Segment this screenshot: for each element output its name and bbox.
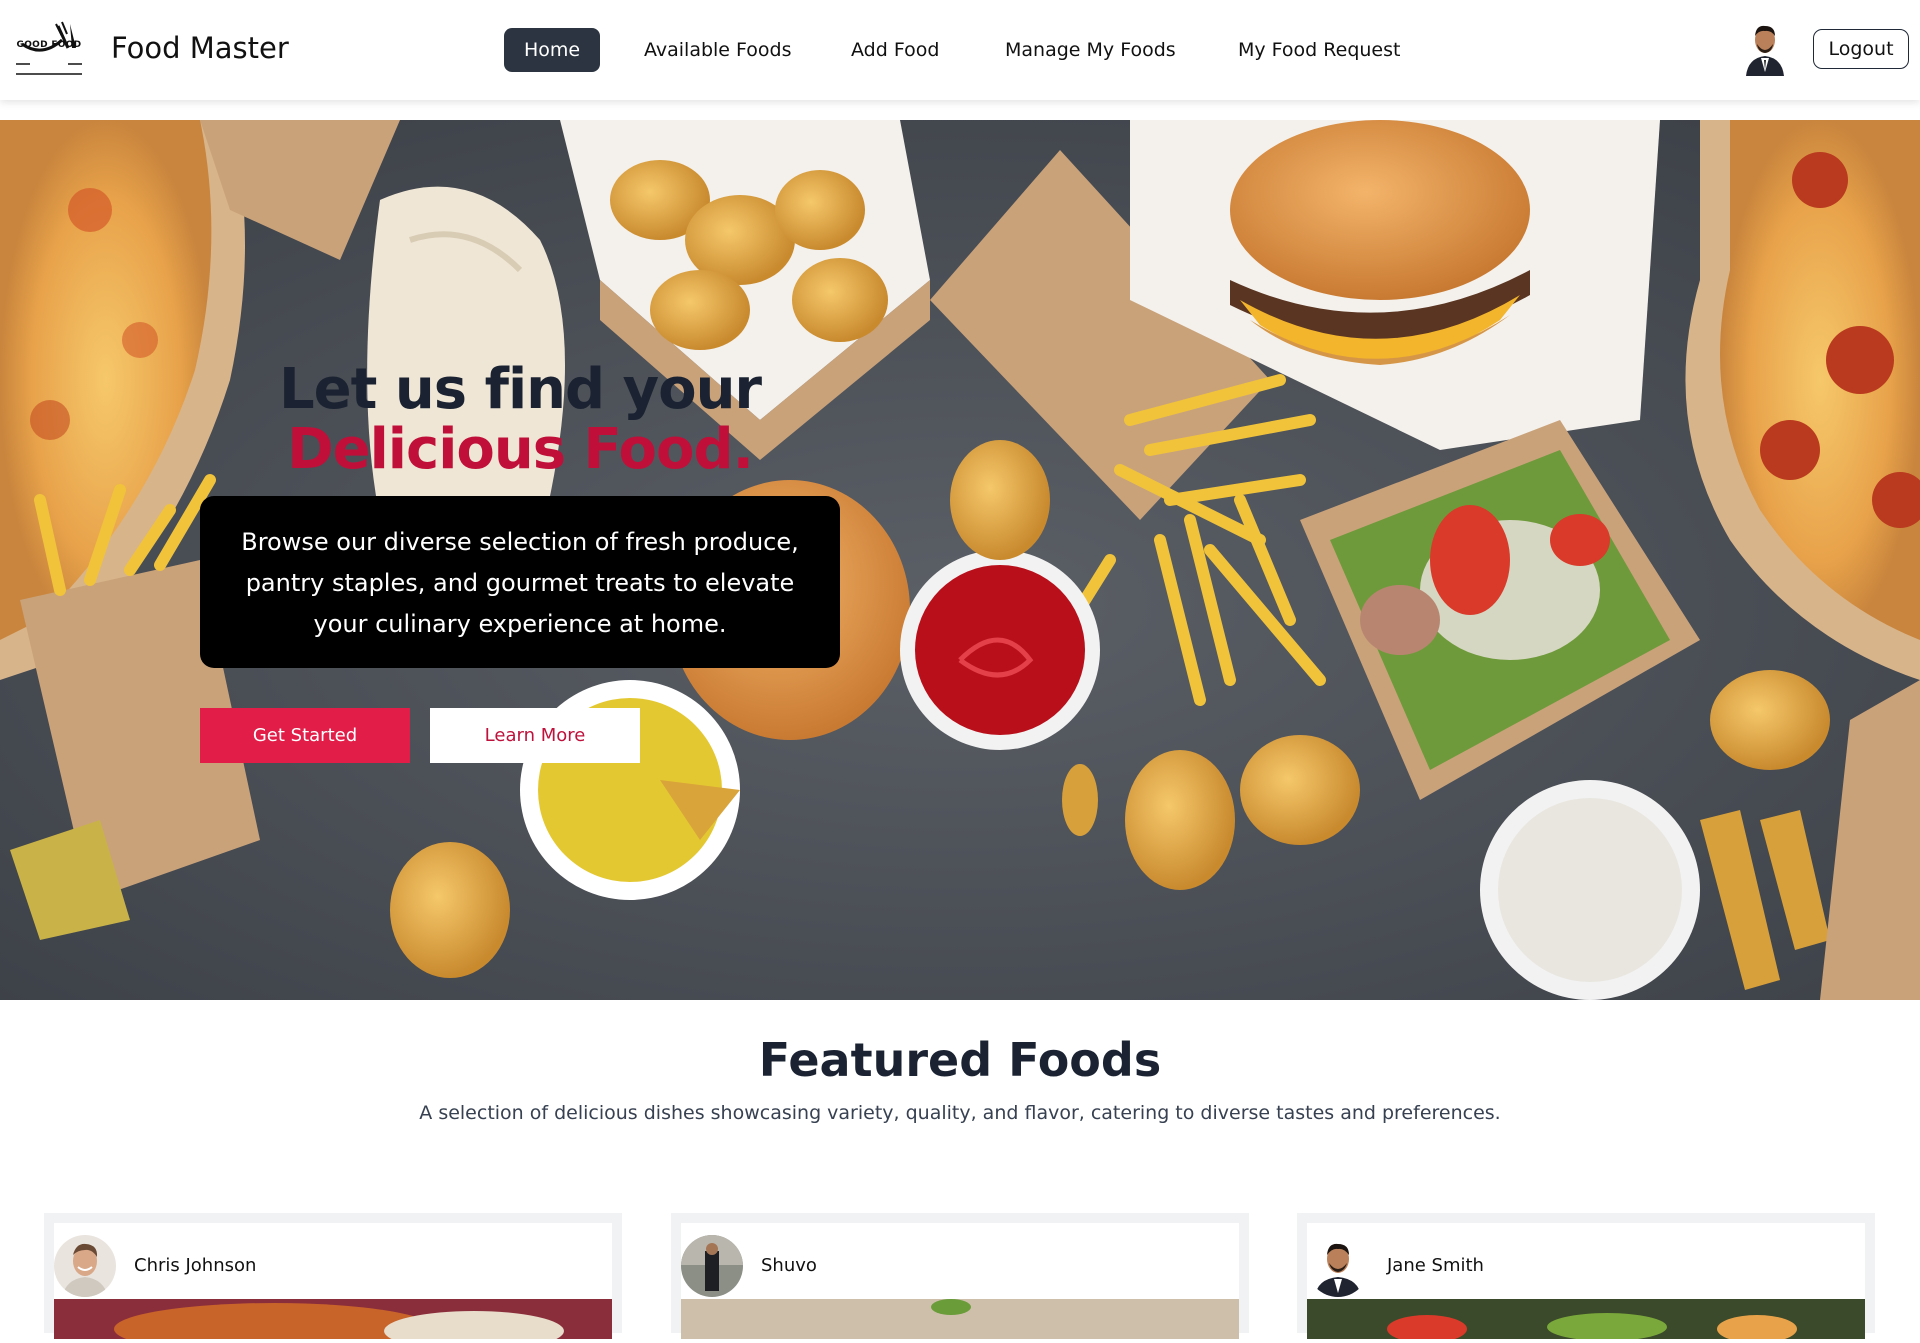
nav-add-food[interactable]: Add Food [851,28,939,72]
learn-more-button[interactable]: Learn More [430,708,640,763]
donor-avatar [1307,1235,1369,1297]
donor-avatar [54,1235,116,1297]
logo-text: GOOD FOOD [16,40,82,50]
donor-avatar [681,1235,743,1297]
nav-manage-my-foods[interactable]: Manage My Foods [1005,28,1176,72]
hero-title: Let us find your Delicious Food. [240,360,800,480]
hero-title-line1: Let us find your [278,357,762,422]
nav-available-foods[interactable]: Available Foods [644,28,792,72]
hero-description: Browse our diverse selection of fresh pr… [200,496,840,668]
featured-subtitle: A selection of delicious dishes showcasi… [419,1102,1501,1124]
food-image [681,1299,1239,1339]
hero-banner: Let us find your Delicious Food. Browse … [0,120,1920,1000]
donor-name: Chris Johnson [134,1255,257,1276]
user-avatar[interactable] [1740,20,1790,76]
food-card[interactable]: Shuvo [671,1213,1249,1339]
food-card[interactable]: Jane Smith [1297,1213,1875,1343]
nav-home[interactable]: Home [504,28,601,72]
card-header: Shuvo [681,1223,1239,1303]
card-header: Jane Smith [1307,1223,1865,1303]
featured-title: Featured Foods [758,1033,1162,1087]
card-header: Chris Johnson [54,1223,612,1303]
nav-my-food-request[interactable]: My Food Request [1238,28,1400,72]
food-card[interactable]: Chris Johnson [44,1213,622,1343]
hero-title-line2: Delicious Food. [287,417,754,482]
food-image [54,1299,612,1343]
donor-name: Shuvo [761,1255,817,1276]
logout-button[interactable]: Logout [1813,29,1909,69]
get-started-button[interactable]: Get Started [200,708,410,763]
navbar: GOOD FOOD Food Master Home Available Foo… [0,0,1920,100]
food-image [1307,1299,1865,1343]
brand-name[interactable]: Food Master [111,31,289,65]
donor-name: Jane Smith [1387,1255,1484,1276]
